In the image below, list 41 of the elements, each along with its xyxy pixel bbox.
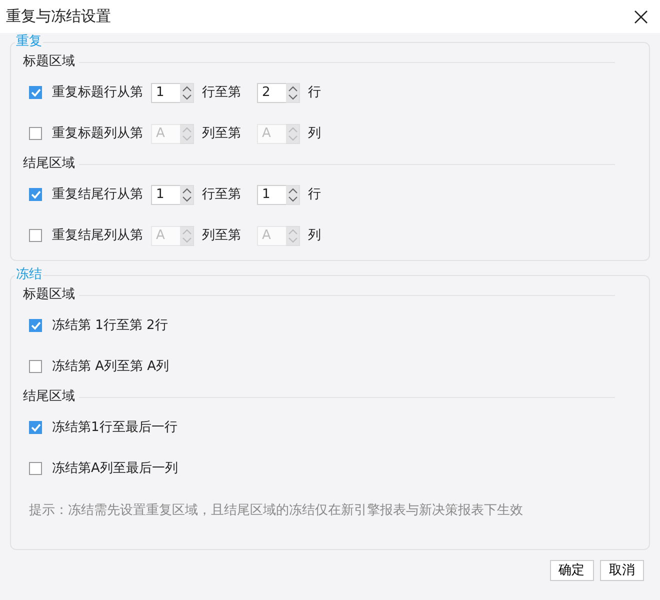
group-title: 标题区域 xyxy=(23,286,75,304)
row-label: 列 xyxy=(308,124,321,143)
checkbox[interactable] xyxy=(29,360,42,373)
spin-button[interactable] xyxy=(286,82,300,102)
number-field[interactable]: 1 xyxy=(257,184,286,204)
row-label: 列至第 xyxy=(202,124,241,143)
checkbox[interactable] xyxy=(29,229,42,242)
close-button[interactable] xyxy=(632,8,650,26)
group-title: 结尾区域 xyxy=(23,155,75,174)
row-label: 行至第 xyxy=(202,186,241,204)
number-field[interactable]: 1 xyxy=(151,184,180,204)
checkbox[interactable] xyxy=(29,86,42,99)
checkbox[interactable] xyxy=(29,462,42,475)
confirm-button[interactable]: 确定 xyxy=(550,560,594,580)
checkbox[interactable] xyxy=(29,188,42,201)
row-label: 行 xyxy=(308,186,321,204)
checkbox[interactable] xyxy=(29,421,42,434)
hint-text: 提示：冻结需先设置重复区域，且结尾区域的冻结仅在新引擎报表与新决策报表下生效 xyxy=(28,502,524,520)
row-label: 行至第 xyxy=(202,84,241,102)
row-label: 行 xyxy=(308,84,321,102)
row-label: 重复标题行从第 xyxy=(52,84,143,102)
row-label: 冻结第A列至最后一列 xyxy=(52,460,178,478)
number-field[interactable]: 2 xyxy=(257,82,286,102)
row-label: 冻结第 1行至第 2行 xyxy=(52,316,168,335)
cancel-button[interactable]: 取消 xyxy=(600,560,644,580)
group-title: 结尾区域 xyxy=(23,388,75,406)
row-label: 列至第 xyxy=(202,226,241,245)
checkbox[interactable] xyxy=(29,127,42,140)
row-label: 重复结尾行从第 xyxy=(52,186,143,204)
row-label: 重复标题列从第 xyxy=(52,124,143,143)
dialog-title: 重复与冻结设置 xyxy=(6,6,111,28)
number-field[interactable]: 1 xyxy=(151,82,180,102)
spin-button[interactable] xyxy=(180,82,194,102)
spin-button[interactable] xyxy=(180,184,194,204)
group-title: 标题区域 xyxy=(23,53,75,72)
checkbox[interactable] xyxy=(29,319,42,332)
row-label: 重复结尾列从第 xyxy=(52,226,143,245)
spin-button[interactable] xyxy=(286,184,300,204)
row-label: 冻结第 A列至第 A列 xyxy=(52,358,170,376)
row-label: 冻结第1行至最后一行 xyxy=(52,418,178,437)
row-label: 列 xyxy=(308,226,321,245)
